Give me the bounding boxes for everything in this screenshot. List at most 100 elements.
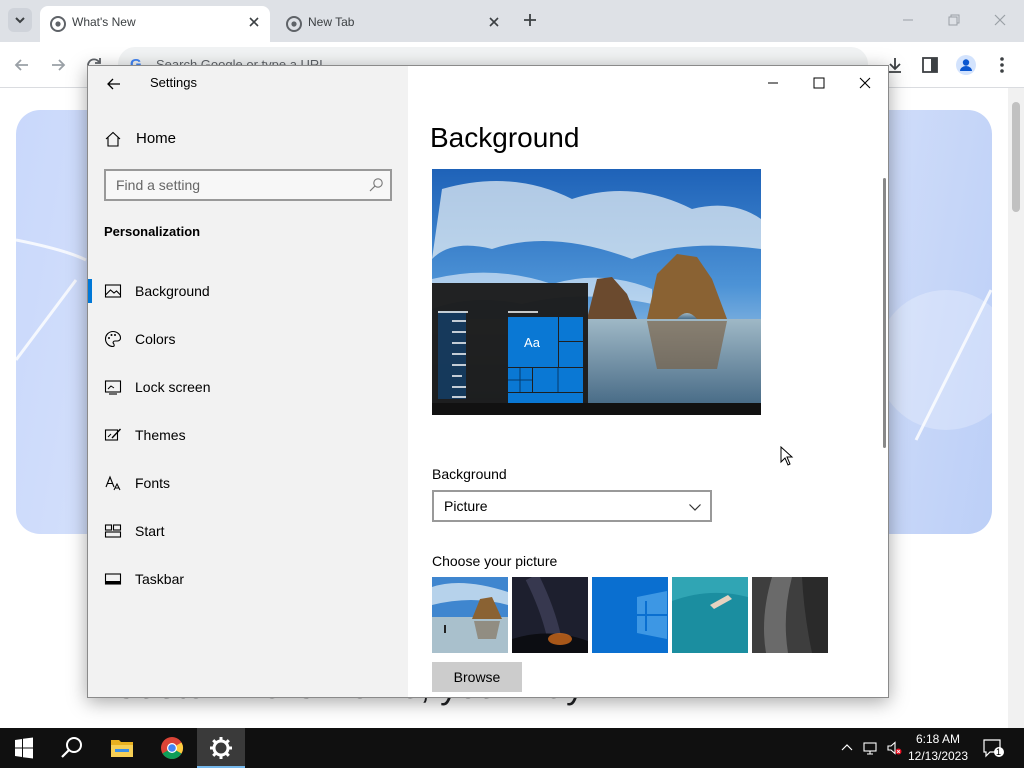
- picture-icon: [104, 284, 122, 298]
- page-title: Background: [430, 122, 580, 153]
- close-icon[interactable]: [852, 70, 878, 96]
- close-window-icon[interactable]: [990, 10, 1010, 30]
- close-tab-icon[interactable]: [486, 14, 502, 30]
- chevron-down-icon: [689, 504, 701, 511]
- notification-count: 1: [996, 747, 1002, 757]
- nav-home-label: Home: [136, 130, 177, 147]
- taskbar-file-explorer[interactable]: [98, 728, 146, 768]
- nav-item-label: Background: [135, 283, 210, 299]
- browse-button[interactable]: Browse: [432, 662, 522, 692]
- nav-item-start[interactable]: Start: [88, 511, 408, 551]
- lock-screen-icon: [104, 380, 122, 395]
- nav-item-label: Themes: [135, 427, 186, 443]
- taskbar-settings[interactable]: [197, 728, 245, 768]
- find-setting-input[interactable]: [116, 176, 356, 194]
- forward-arrow-icon[interactable]: [47, 54, 69, 76]
- network-icon[interactable]: [862, 740, 878, 756]
- close-tab-icon[interactable]: [246, 14, 262, 30]
- side-panel-icon[interactable]: [919, 54, 941, 76]
- nav-item-lock-screen[interactable]: Lock screen: [88, 367, 408, 407]
- rock-cliff-thumbnail-image: [752, 577, 828, 653]
- nav-item-themes[interactable]: Themes: [88, 415, 408, 455]
- tab-whats-new[interactable]: What's New: [40, 6, 270, 42]
- nav-item-fonts[interactable]: Fonts: [88, 463, 408, 503]
- picture-thumbnail[interactable]: [672, 577, 748, 653]
- windows-taskbar: 6:18 AM 12/13/2023 1: [0, 728, 1024, 768]
- taskbar-icon: [104, 573, 122, 585]
- nav-item-label: Colors: [135, 331, 176, 347]
- picture-thumbnail[interactable]: [752, 577, 828, 653]
- page-scrollbar[interactable]: [1008, 88, 1024, 728]
- picture-thumbnail[interactable]: [512, 577, 588, 653]
- scrollbar-thumb[interactable]: [1012, 102, 1020, 212]
- preview-image: Aa: [432, 169, 761, 415]
- system-clock[interactable]: 6:18 AM 12/13/2023: [904, 731, 972, 765]
- search-icon[interactable]: [368, 177, 384, 193]
- nav-item-colors[interactable]: Colors: [88, 319, 408, 359]
- nav-home[interactable]: Home: [104, 126, 394, 152]
- chevron-up-icon[interactable]: [839, 740, 855, 756]
- fonts-icon: [105, 475, 121, 491]
- new-tab-plus-icon[interactable]: [520, 10, 540, 30]
- settings-sidebar: Settings Home Personalization Background…: [88, 66, 408, 697]
- nav-item-taskbar[interactable]: Taskbar: [88, 559, 408, 599]
- tab-title: What's New: [72, 15, 136, 29]
- action-center-button[interactable]: 1: [982, 738, 1004, 758]
- restore-icon[interactable]: [944, 10, 964, 30]
- search-icon: [61, 737, 82, 758]
- nav-item-label: Lock screen: [135, 379, 211, 395]
- choose-picture-label: Choose your picture: [432, 553, 558, 569]
- nav-item-label: Fonts: [135, 475, 171, 491]
- night-sky-thumbnail-image: [512, 577, 588, 653]
- windows-logo-thumbnail-image: [592, 577, 668, 653]
- settings-gear-icon: [210, 737, 232, 759]
- start-icon: [104, 524, 122, 538]
- nav-item-label: Start: [135, 523, 165, 539]
- minimize-icon[interactable]: [898, 10, 918, 30]
- more-menu-icon[interactable]: [991, 54, 1013, 76]
- picture-thumbnail[interactable]: [432, 577, 508, 653]
- chrome-favicon-icon: [286, 16, 302, 32]
- picture-thumbnail[interactable]: [592, 577, 668, 653]
- taskbar-search-button[interactable]: [48, 728, 96, 768]
- home-icon: [105, 131, 121, 147]
- clock-time: 6:18 AM: [915, 732, 961, 746]
- nav-item-label: Taskbar: [135, 571, 185, 587]
- window-title: Settings: [150, 75, 197, 90]
- minimize-icon[interactable]: [760, 70, 786, 96]
- tab-strip: What's New New Tab: [0, 0, 1024, 42]
- background-label: Background: [432, 466, 507, 482]
- windows-start-icon: [15, 737, 33, 759]
- chrome-icon: [161, 737, 183, 759]
- settings-window: Settings Home Personalization Background…: [87, 65, 889, 698]
- chrome-favicon-icon: [50, 16, 66, 32]
- preview-tile-text: Aa: [524, 335, 541, 350]
- start-button[interactable]: [0, 728, 48, 768]
- profile-avatar-icon[interactable]: [955, 54, 977, 76]
- settings-content: Background Aa Background Picture Choose …: [408, 66, 888, 697]
- beach-rock-thumbnail-image: [432, 577, 508, 653]
- section-title: Personalization: [104, 224, 201, 239]
- chevron-down-icon: [15, 17, 25, 24]
- palette-icon: [105, 330, 122, 348]
- background-preview: Aa: [432, 169, 761, 415]
- volume-muted-icon[interactable]: [886, 740, 902, 756]
- selected-indicator: [88, 279, 92, 303]
- content-scrollbar[interactable]: [883, 178, 886, 448]
- find-setting-box[interactable]: [104, 169, 392, 201]
- background-type-dropdown[interactable]: Picture: [432, 490, 712, 522]
- tab-new-tab[interactable]: New Tab: [276, 6, 510, 42]
- back-arrow-icon[interactable]: [102, 72, 126, 96]
- maximize-icon[interactable]: [806, 70, 832, 96]
- tab-title: New Tab: [308, 15, 355, 29]
- file-explorer-icon: [111, 740, 133, 757]
- clock-date: 12/13/2023: [907, 749, 969, 763]
- mouse-cursor-icon: [780, 446, 794, 466]
- underwater-swimmer-thumbnail-image: [672, 577, 748, 653]
- themes-icon: [104, 428, 122, 441]
- back-arrow-icon[interactable]: [11, 54, 33, 76]
- dropdown-value: Picture: [444, 498, 488, 514]
- tab-search-button[interactable]: [8, 8, 32, 32]
- nav-item-background[interactable]: Background: [88, 271, 408, 311]
- taskbar-chrome[interactable]: [148, 728, 196, 768]
